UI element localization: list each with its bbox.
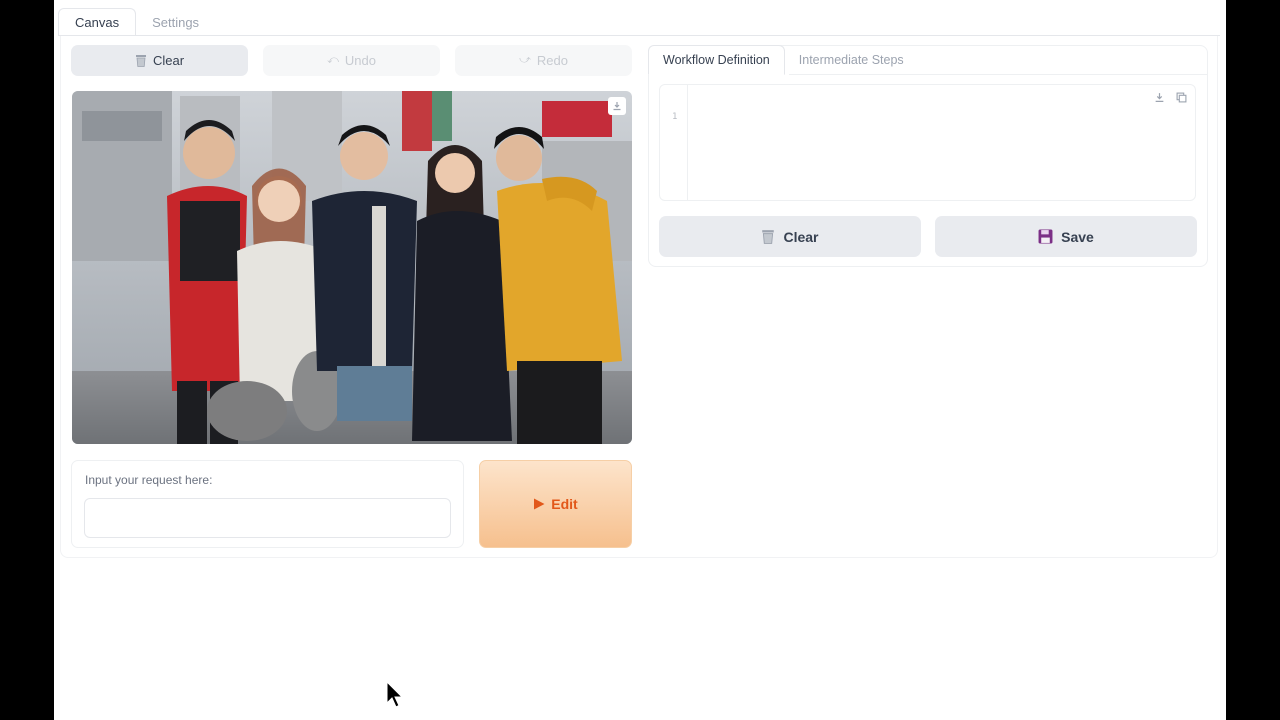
floppy-disk-icon xyxy=(1038,229,1053,244)
save-button[interactable]: Save xyxy=(935,216,1197,257)
line-gutter: 1 xyxy=(660,85,688,200)
copy-icon[interactable] xyxy=(1173,89,1189,105)
trash-icon xyxy=(135,55,146,67)
edit-button[interactable]: Edit xyxy=(479,460,632,548)
clear-workflow-label: Clear xyxy=(783,228,819,245)
canvas-image[interactable] xyxy=(72,91,632,444)
redo-label: Redo xyxy=(536,53,568,68)
edit-label: Edit xyxy=(551,496,578,512)
redo-icon: ⤻ xyxy=(519,54,531,66)
clear-canvas-button[interactable]: Clear xyxy=(71,45,248,76)
trash-icon xyxy=(762,230,775,244)
workflow-code-editor[interactable]: 1 xyxy=(659,84,1196,201)
mouse-cursor-icon xyxy=(386,681,404,708)
main-tabs: Canvas Settings xyxy=(58,8,215,36)
play-icon xyxy=(534,498,545,510)
undo-label: Undo xyxy=(344,53,376,68)
tab-settings[interactable]: Settings xyxy=(136,8,215,36)
tab-intermediate-steps[interactable]: Intermediate Steps xyxy=(785,45,918,75)
clear-canvas-label: Clear xyxy=(152,53,185,68)
undo-button[interactable]: ⤺ Undo xyxy=(263,45,440,76)
download-icon[interactable] xyxy=(1151,89,1167,105)
app-window: Canvas Settings Clear ⤺ Undo ⤻ Redo Inpu… xyxy=(54,0,1226,720)
save-label: Save xyxy=(1061,228,1094,245)
line-number: 1 xyxy=(672,112,678,122)
request-input[interactable] xyxy=(84,498,451,538)
tab-workflow-definition[interactable]: Workflow Definition xyxy=(648,45,785,75)
clear-workflow-button[interactable]: Clear xyxy=(659,216,921,257)
street-photo xyxy=(72,91,632,444)
undo-icon: ⤺ xyxy=(327,54,339,66)
tab-canvas[interactable]: Canvas xyxy=(58,8,137,36)
request-card: Input your request here: xyxy=(71,460,464,548)
workflow-tabs: Workflow Definition Intermediate Steps xyxy=(648,45,918,75)
request-label: Input your request here: xyxy=(85,473,213,487)
workflow-tabs-divider xyxy=(789,74,1208,75)
redo-button[interactable]: ⤻ Redo xyxy=(455,45,632,76)
download-icon[interactable] xyxy=(608,97,626,115)
code-toolbar xyxy=(1151,89,1189,105)
